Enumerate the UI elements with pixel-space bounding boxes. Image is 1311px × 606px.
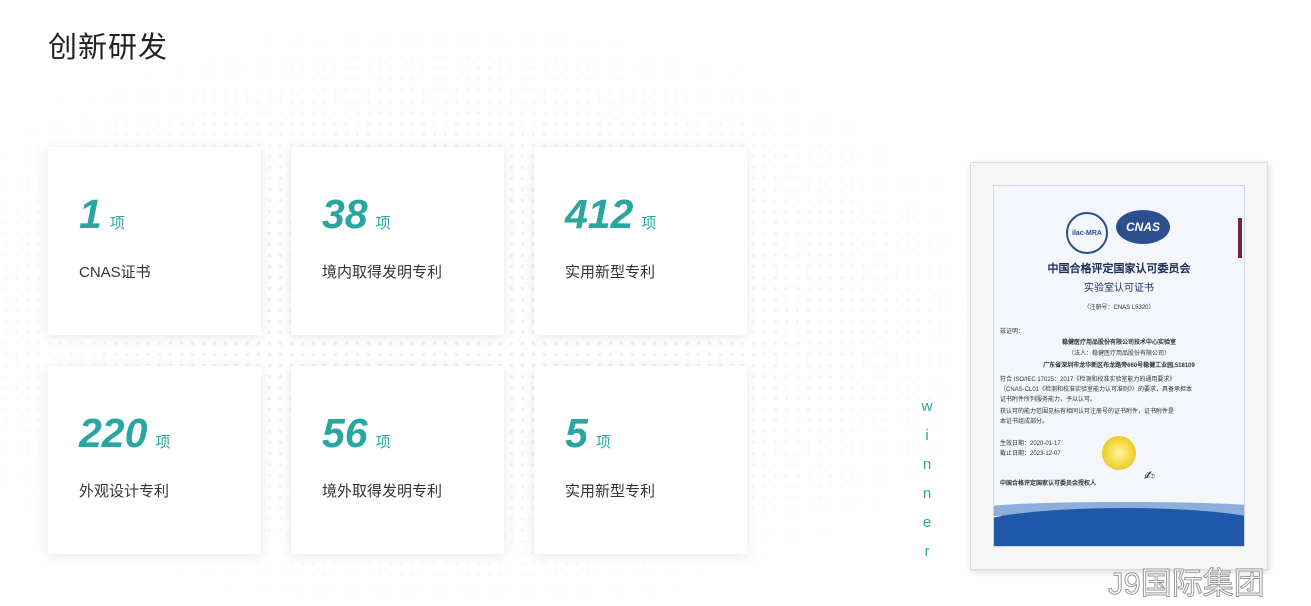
certificate-line: 证书附件所列服务能力，予以认可。 [1000, 397, 1097, 403]
stat-card-overseas-invention: 56 项 境外取得发明专利 [291, 366, 504, 554]
stat-label: 境外取得发明专利 [322, 483, 443, 500]
certificate-line: 符合 ISO/IEC 17025：2017《检测和校准实验室能力的通用要求》 [1000, 377, 1176, 383]
certificate-line: 本证书组成部分。 [1000, 419, 1049, 425]
certificate-issuer: 中国合格评定国家认可委员会 [1047, 263, 1191, 275]
winner-letter: n [922, 456, 932, 473]
stat-card-utility-model-2: 5项 实用新型专利 [534, 366, 747, 554]
certificate-signature: ✍ [1144, 468, 1155, 483]
winner-letter: i [925, 427, 929, 444]
certificate-gold-seal [1102, 436, 1136, 470]
stat-value: 38 项 [322, 191, 391, 237]
brand-watermark: J9国际集团 [1108, 566, 1266, 602]
stat-unit: 项 [641, 215, 657, 232]
certificate-line: （CNAS-CL01《检测和校准实验室能力认可准则》）的要求，具备承担本 [1000, 387, 1193, 393]
certificate-line: 中国合格评定国家认可委员会授权人 [1000, 481, 1097, 487]
winner-letter: w [921, 398, 933, 415]
ilac-mra-logo: ilac-MRA [1066, 212, 1108, 254]
stat-unit: 项 [375, 434, 391, 451]
stat-unit: 项 [155, 434, 171, 451]
certificate-title: 实验室认可证书 [1084, 283, 1154, 294]
stat-card-domestic-invention: 38 项 境内取得发明专利 [291, 147, 504, 335]
certificate-reg-no: （注册号：CNAS L5320） [1083, 305, 1155, 311]
certificate-frame: ilac-MRA CNAS 中国合格评定国家认可委员会 实验室认可证书 （注册号… [970, 162, 1268, 570]
stat-value: 1项 [79, 191, 125, 237]
certificate-accent-bar [1238, 218, 1242, 258]
certificate-line: 兹证明： [1000, 329, 1025, 335]
stat-card-cnas: 1项 CNAS证书 [48, 147, 261, 335]
winner-letter: n [922, 485, 932, 502]
stat-value: 412 项 [565, 191, 657, 237]
stat-card-utility-model: 412 项 实用新型专利 [534, 147, 747, 335]
stat-value: 220 项 [79, 410, 171, 456]
stat-value: 5项 [565, 410, 611, 456]
stat-label: 实用新型专利 [565, 264, 656, 281]
winner-vertical-text: w i n n e r [920, 392, 934, 566]
stat-unit: 项 [595, 434, 611, 451]
certificate-line: （法人：稳健医疗用品股份有限公司） [1067, 351, 1170, 357]
stat-unit: 项 [109, 215, 125, 232]
stat-card-design-patent: 220 项 外观设计专利 [48, 366, 261, 554]
certificate-line: 获认可的能力范围见标有相同认可注册号的证书附件，证书附件是 [1000, 409, 1175, 415]
certificate-line: 稳健医疗用品股份有限公司技术中心实验室 [1061, 340, 1176, 346]
stat-label: 外观设计专利 [79, 483, 170, 500]
certificate-wave [994, 508, 1244, 546]
cnas-certificate-image: ilac-MRA CNAS 中国合格评定国家认可委员会 实验室认可证书 （注册号… [993, 185, 1245, 547]
certificate-line: 广东省深圳市龙华新区布龙路旁660号稳健工业园,518109 [1043, 363, 1195, 369]
stat-label: CNAS证书 [79, 264, 151, 281]
stat-value: 56 项 [322, 410, 391, 456]
winner-letter: e [922, 514, 932, 531]
stat-label: 境内取得发明专利 [322, 264, 443, 281]
cnas-logo: CNAS [1116, 210, 1170, 244]
winner-letter: r [924, 543, 930, 560]
section-title: 创新研发 [48, 32, 169, 64]
stat-label: 实用新型专利 [565, 483, 656, 500]
stat-unit: 项 [375, 215, 391, 232]
